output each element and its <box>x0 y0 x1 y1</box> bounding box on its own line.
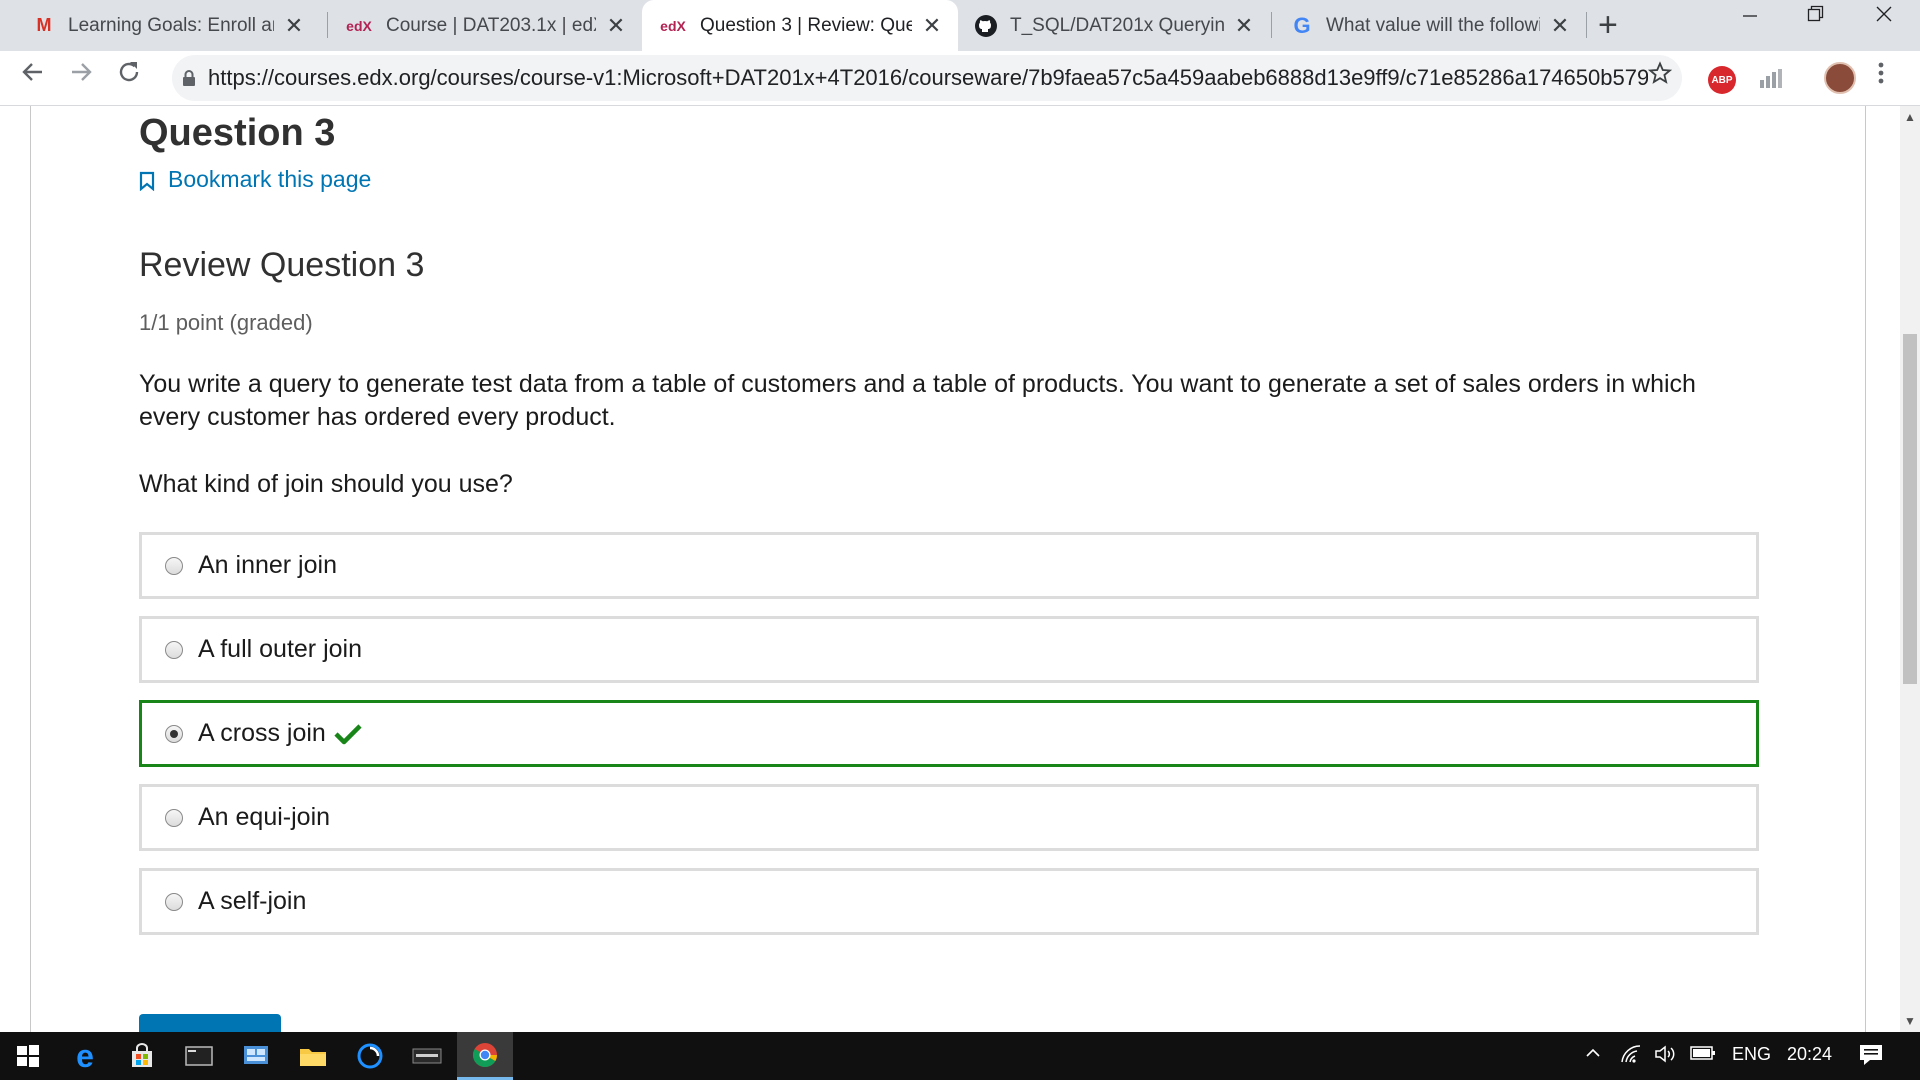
content-border-right <box>1865 106 1866 1032</box>
option-label[interactable]: A full outer join <box>198 635 362 664</box>
page-scrollbar[interactable]: ▲ ▼ <box>1900 106 1920 1032</box>
address-bar[interactable]: https://courses.edx.org/courses/course-v… <box>172 55 1682 101</box>
back-button[interactable] <box>20 59 46 92</box>
google-icon: G <box>1293 12 1311 38</box>
clock[interactable]: 20:24 <box>1787 1044 1832 1065</box>
scroll-up-icon[interactable]: ▲ <box>1904 110 1916 124</box>
notification-icon[interactable] <box>1858 1042 1884 1068</box>
language-indicator[interactable]: ENG <box>1732 1044 1771 1065</box>
lock-icon[interactable] <box>182 69 196 87</box>
radio-button[interactable] <box>165 556 183 575</box>
windows-start-icon[interactable] <box>0 1032 56 1080</box>
tab-close-icon[interactable]: ✕ <box>606 13 626 39</box>
restore-button[interactable] <box>1786 4 1846 30</box>
option-label[interactable]: An inner join <box>198 551 337 580</box>
windows-taskbar: e ENG 20:24 <box>0 1032 1920 1080</box>
tab-course[interactable]: edX Course | DAT203.1x | edX ✕ <box>330 0 642 51</box>
browser-toolbar: https://courses.edx.org/courses/course-v… <box>0 51 1920 106</box>
tab-close-icon[interactable]: ✕ <box>922 13 942 39</box>
content-border-left <box>30 106 31 1032</box>
bookmark-label[interactable]: Bookmark this page <box>168 166 371 193</box>
radio-button[interactable] <box>165 808 183 827</box>
edx-icon: edX <box>346 17 372 34</box>
file-explorer-icon[interactable] <box>285 1032 341 1080</box>
terminal-icon[interactable] <box>171 1032 227 1080</box>
sync-app-icon[interactable] <box>342 1032 398 1080</box>
page-content: Question 3 Bookmark this page Review Que… <box>0 106 1900 1032</box>
gmail-icon: M <box>36 15 52 35</box>
tab-title: Learning Goals: Enroll and c <box>68 14 274 36</box>
tab-close-icon[interactable]: ✕ <box>1550 13 1570 39</box>
reload-button[interactable] <box>116 59 142 92</box>
app-icon[interactable] <box>228 1032 284 1080</box>
answer-option[interactable]: An inner join <box>139 532 1759 599</box>
tab-title: T_SQL/DAT201x Querying w <box>1010 14 1224 36</box>
scrollbar-thumb[interactable] <box>1903 334 1917 684</box>
bookmark-link[interactable]: Bookmark this page <box>139 166 371 193</box>
battery-icon[interactable] <box>1690 1044 1716 1067</box>
scroll-down-icon[interactable]: ▼ <box>1904 1014 1916 1028</box>
menu-icon[interactable] <box>1876 60 1886 93</box>
radio-button[interactable] <box>165 892 183 911</box>
adblock-plus-icon[interactable]: ABP <box>1708 66 1736 94</box>
minimize-button[interactable] <box>1720 4 1780 30</box>
tab-gmail[interactable]: M Learning Goals: Enroll and c ✕ <box>0 0 320 51</box>
answer-option-correct[interactable]: A cross join <box>139 700 1759 767</box>
option-label[interactable]: A cross join <box>198 719 326 748</box>
sql-app-icon[interactable] <box>399 1032 455 1080</box>
tab-title: Course | DAT203.1x | edX <box>386 14 596 36</box>
tab-close-icon[interactable]: ✕ <box>1234 13 1254 39</box>
tray-chevron-icon[interactable] <box>1584 1044 1602 1067</box>
edge-icon[interactable]: e <box>57 1032 113 1080</box>
new-tab-button[interactable]: + <box>1598 6 1618 45</box>
problem-title: Review Question 3 <box>139 246 425 284</box>
radio-button[interactable] <box>165 640 183 659</box>
checkmark-icon <box>334 723 362 745</box>
tab-github[interactable]: T_SQL/DAT201x Querying w ✕ <box>958 0 1270 51</box>
edx-icon: edX <box>660 17 686 34</box>
tab-separator <box>1271 12 1272 38</box>
option-label[interactable]: An equi-join <box>198 803 330 832</box>
bookmark-star-icon[interactable] <box>1647 61 1673 92</box>
tab-title: Question 3 | Review: Queryi <box>700 14 912 36</box>
tab-separator <box>1586 12 1587 38</box>
github-icon <box>974 14 998 38</box>
points-status: 1/1 point (graded) <box>139 310 313 335</box>
answer-option[interactable]: A self-join <box>139 868 1759 935</box>
tab-question-3[interactable]: edX Question 3 | Review: Queryi ✕ <box>642 0 958 51</box>
submit-button[interactable] <box>139 1014 281 1032</box>
radio-button-selected[interactable] <box>165 724 183 743</box>
option-label[interactable]: A self-join <box>198 887 306 916</box>
question-prompt: What kind of join should you use? <box>139 470 513 498</box>
tab-google[interactable]: G What value will the followin ✕ <box>1274 0 1586 51</box>
page-title: Question 3 <box>139 112 336 154</box>
volume-icon[interactable] <box>1654 1044 1678 1069</box>
wifi-icon[interactable] <box>1620 1044 1644 1069</box>
tab-close-icon[interactable]: ✕ <box>284 13 304 39</box>
bookmark-icon <box>139 170 155 191</box>
forward-button[interactable] <box>68 59 94 92</box>
close-window-button[interactable] <box>1854 4 1914 30</box>
chrome-icon[interactable] <box>457 1032 513 1080</box>
extension-icon[interactable] <box>1758 66 1784 92</box>
tab-separator <box>327 12 328 38</box>
tab-title: What value will the followin <box>1326 14 1540 36</box>
answer-option[interactable]: A full outer join <box>139 616 1759 683</box>
store-icon[interactable] <box>114 1032 170 1080</box>
url-text[interactable]: https://courses.edx.org/courses/course-v… <box>208 65 1648 91</box>
answer-option[interactable]: An equi-join <box>139 784 1759 851</box>
tab-strip: M Learning Goals: Enroll and c ✕ edX Cou… <box>0 0 1920 51</box>
profile-avatar[interactable] <box>1824 62 1856 94</box>
question-text: You write a query to generate test data … <box>139 370 1696 431</box>
